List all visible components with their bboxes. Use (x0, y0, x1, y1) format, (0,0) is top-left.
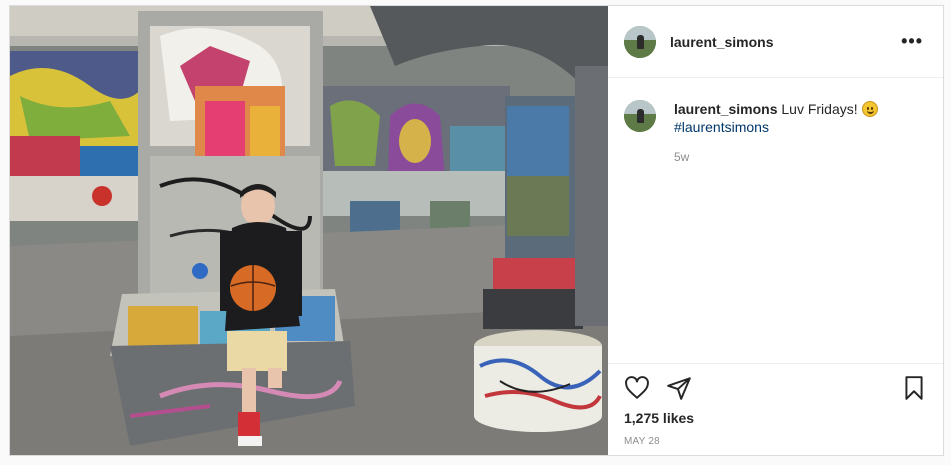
graffiti-photo (10, 6, 608, 455)
hashtag-link[interactable]: #laurentsimons (674, 118, 878, 136)
caption-avatar[interactable] (624, 100, 656, 132)
caption-row: laurent_simons Luv Fridays! #laurentsimo… (624, 100, 927, 136)
header-username[interactable]: laurent_simons (670, 34, 773, 50)
caption-area: laurent_simons Luv Fridays! #laurentsimo… (608, 78, 943, 363)
post-date: MAY 28 (624, 436, 660, 447)
action-icons (624, 372, 927, 404)
caption-text-block: laurent_simons Luv Fridays! #laurentsimo… (674, 100, 878, 136)
share-icon[interactable] (666, 375, 692, 401)
caption-text: Luv Fridays! (781, 101, 858, 117)
post-sidebar: laurent_simons ••• laurent_simons Luv Fr… (608, 6, 943, 455)
heart-icon[interactable] (624, 375, 650, 401)
likes-count[interactable]: 1,275 likes (624, 410, 927, 426)
avatar[interactable] (624, 25, 656, 58)
instagram-post: laurent_simons ••• laurent_simons Luv Fr… (9, 5, 944, 456)
post-age[interactable]: 5w (674, 150, 927, 164)
caption-username[interactable]: laurent_simons (674, 101, 777, 117)
bookmark-icon[interactable] (901, 375, 927, 401)
more-icon[interactable]: ••• (897, 27, 927, 56)
action-bar: 1,275 likes MAY 28 (608, 363, 943, 455)
post-header: laurent_simons ••• (608, 6, 943, 78)
post-photo[interactable] (10, 6, 608, 455)
smiling-face-icon (861, 101, 878, 117)
